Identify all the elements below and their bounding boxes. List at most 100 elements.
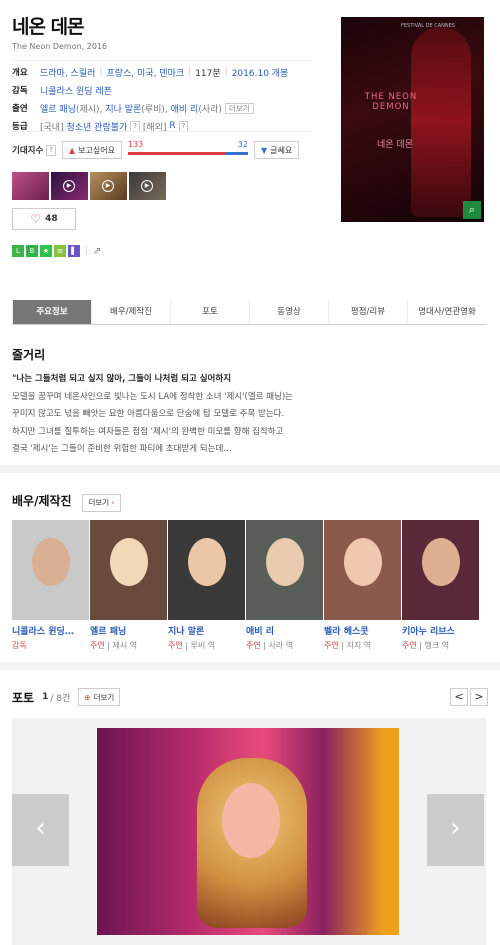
role-type: 주연 (168, 641, 183, 650)
tab-main-info[interactable]: 주요정보 (12, 300, 91, 324)
cast-member[interactable]: 지나 말론 주연 | 루비 역 (168, 520, 245, 651)
synopsis-heading: 줄거리 (12, 348, 46, 362)
like-count: 48 (45, 214, 58, 224)
cast-name[interactable]: 애비 리 (246, 624, 323, 637)
chevron-right-icon: › (111, 498, 115, 507)
director-row: 감독 니콜라스 윈딩 레픈 (12, 82, 312, 98)
expectation-index: 기대지수 ? ▲ 보고싶어요 133 32 ▼ 글쎄요 (12, 140, 300, 160)
cast-name[interactable]: 엘르 패닝 (90, 624, 167, 637)
cast-section-heading: 배우/제작진 (12, 494, 72, 508)
prev-page-button[interactable]: < (450, 688, 468, 706)
cast-name[interactable]: 니콜라스 윈딩… (12, 624, 89, 637)
play-icon: ▶ (102, 180, 114, 192)
cast-photo (324, 520, 401, 620)
video-thumbnail[interactable]: ▶ (90, 172, 127, 200)
cast-role-3: (사라) (198, 104, 222, 115)
role-type: 주연 (324, 641, 339, 650)
cast-face (266, 538, 304, 586)
cast-face (188, 538, 226, 586)
photo-total: / 8건 (50, 693, 71, 704)
line-share-icon[interactable]: L (12, 245, 24, 257)
cast-role: 주연 | 사라 역 (246, 641, 294, 650)
next-page-button[interactable]: > (470, 688, 488, 706)
tab-quotes-related[interactable]: 명대사/연관영화 (407, 300, 486, 324)
gallery-prev-arrow[interactable]: ‹ (12, 794, 69, 866)
search-icon: ⊕ (84, 692, 91, 702)
cast-photo (90, 520, 167, 620)
like-button[interactable]: ♡ 48 (12, 208, 76, 230)
not-sure-button[interactable]: ▼ 글쎄요 (253, 141, 300, 159)
synopsis-line: 꾸미지 않고도 넋을 빼앗는 묘한 아름다움으로 단숨에 탑 모델로 주목 받는… (12, 409, 285, 419)
cast-more-button[interactable]: 더보기 (224, 102, 254, 114)
thumbs-up-icon: ▲ (69, 145, 76, 155)
genre-link[interactable]: 드라마, 스릴러 (40, 66, 95, 79)
cast-member[interactable]: 키아누 리브스 주연 | 행크 역 (402, 520, 479, 651)
role-type: 주연 (402, 641, 417, 650)
cast-name[interactable]: 지나 말론 (168, 624, 245, 637)
photo-more-label: 더보기 (93, 692, 115, 702)
memo-share-icon[interactable]: ≡ (54, 245, 66, 257)
cast-member[interactable]: 엘르 패닝 주연 | 제시 역 (90, 520, 167, 651)
cast-row: 출연 엘르 패닝 (제시), 지나 말론 (루비), 애비 리 (사라) 더보기 (12, 100, 312, 116)
tab-cast-crew[interactable]: 배우/제작진 (91, 300, 170, 324)
help-icon[interactable]: ? (46, 144, 56, 156)
thumbs-down-icon: ▼ (260, 145, 268, 155)
tab-videos[interactable]: 동영상 (249, 300, 328, 324)
external-share-icon[interactable]: ⇗ (93, 246, 101, 257)
cast-member[interactable]: 벨라 헤스콧 주연 | 지지 역 (324, 520, 401, 651)
tab-bar: 주요정보 배우/제작진 포토 동영상 평점/리뷰 명대사/연관영화 (12, 300, 486, 325)
want-to-see-button[interactable]: ▲ 보고싶어요 (62, 141, 122, 159)
poster-festival: FESTIVAL DE CANNES (401, 23, 455, 29)
cast-role: 주연 | 행크 역 (402, 641, 450, 650)
director-label: 감독 (12, 86, 28, 96)
thumbnail[interactable] (12, 172, 49, 200)
synopsis-line: 모델을 꿈꾸며 네온사인으로 빛나는 도시 LA에 정착한 소녀 '제시'(엘르… (12, 391, 293, 402)
gallery-photo[interactable] (97, 728, 399, 935)
media-thumbnails: ▶ ▶ ▶ (12, 172, 166, 200)
photo-section-heading: 포토 (12, 690, 35, 705)
tab-reviews[interactable]: 평점/리뷰 (328, 300, 407, 324)
cast-name[interactable]: 키아누 리브스 (402, 624, 479, 637)
synopsis-line: 결국 '제시'는 그들이 준비한 위험한 파티에 초대받게 되는데… (12, 444, 232, 454)
tab-photos[interactable]: 포토 (170, 300, 249, 324)
cast-list: 니콜라스 윈딩… 감독 엘르 패닝 주연 | 제시 역 지나 말론 주연 | 루… (12, 520, 479, 651)
photo-page: 1 (42, 692, 49, 702)
zoom-icon[interactable]: ⌕ (463, 201, 481, 219)
cast-link-2[interactable]: 지나 말론 (105, 102, 141, 115)
cast-photo (246, 520, 323, 620)
synopsis-tagline: "나는 그들처럼 되고 싶지 않아, 그들이 나처럼 되고 싶어하지 (12, 374, 232, 384)
photo-more-button[interactable]: ⊕ 더보기 (78, 688, 121, 706)
cast-name[interactable]: 벨라 헤스콧 (324, 624, 401, 637)
help-icon[interactable]: ? (178, 120, 189, 132)
cast-role-2: (루비), (141, 104, 168, 115)
cast-section-header: 배우/제작진 더보기 › (12, 492, 488, 512)
band-share-icon[interactable]: B (26, 245, 38, 257)
divider (12, 131, 312, 132)
movie-header: 네온 데몬 The Neon Demon, 2016 개요 드라마, 스릴러 |… (0, 0, 500, 290)
cast-more-button[interactable]: 더보기 › (82, 493, 121, 512)
cast-photo (168, 520, 245, 620)
cast-face (32, 538, 70, 586)
video-thumbnail[interactable]: ▶ (51, 172, 88, 200)
role-type: 감독 (12, 641, 27, 650)
video-thumbnail[interactable]: ▶ (129, 172, 166, 200)
photo-gallery: ‹ › (12, 718, 486, 945)
bookmark-share-icon[interactable]: ▌ (68, 245, 80, 257)
help-icon[interactable]: ? (130, 120, 141, 132)
star-share-icon[interactable]: ★ (40, 245, 52, 257)
gallery-next-arrow[interactable]: › (427, 794, 484, 866)
director-link[interactable]: 니콜라스 윈딩 레픈 (40, 84, 112, 97)
cast-member[interactable]: 애비 리 주연 | 사라 역 (246, 520, 323, 651)
heart-icon: ♡ (30, 212, 42, 226)
character-name: 지지 역 (346, 641, 372, 650)
release-link[interactable]: 2016.10 개봉 (232, 66, 289, 79)
runtime: 117분 (195, 68, 221, 79)
role-type: 주연 (246, 641, 261, 650)
country-link[interactable]: 프랑스, 미국, 덴마크 (106, 66, 184, 79)
cast-link-1[interactable]: 엘르 패닝 (40, 102, 76, 115)
cast-more-label: 더보기 (88, 498, 110, 507)
movie-poster[interactable]: FESTIVAL DE CANNES THE NEON DEMON 네온 데몬 … (341, 17, 484, 222)
rating-overseas-link[interactable]: R (169, 121, 175, 131)
cast-link-3[interactable]: 애비 리 (171, 102, 199, 115)
cast-member[interactable]: 니콜라스 윈딩… 감독 (12, 520, 89, 651)
